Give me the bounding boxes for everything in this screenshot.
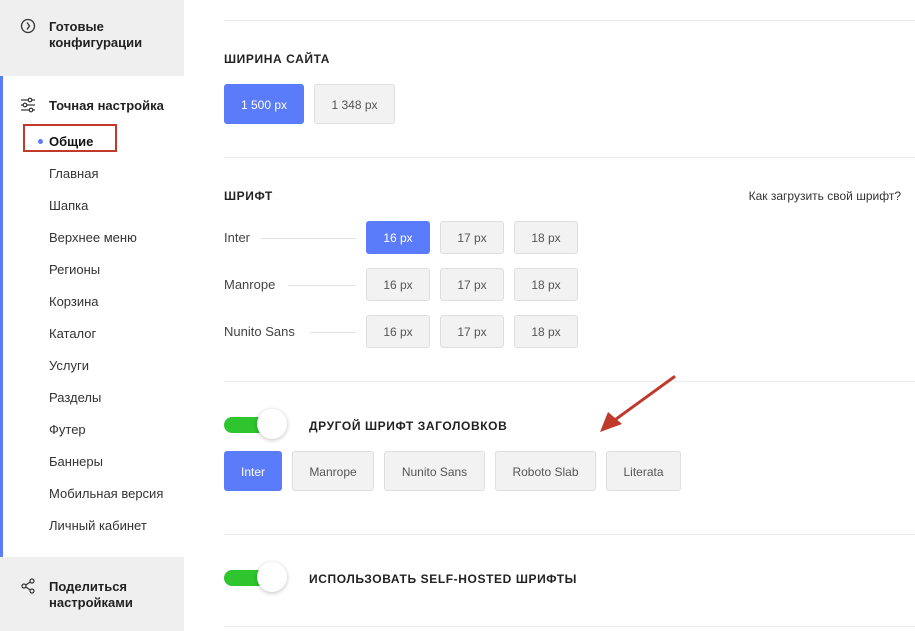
share-section[interactable]: Поделиться настройками: [0, 557, 184, 631]
font-name-manrope: Manrope: [224, 277, 276, 292]
toggle-knob: [257, 562, 287, 592]
sidebar-item-banners[interactable]: Баннеры: [49, 454, 103, 470]
sidebar-item-footer[interactable]: Футер: [49, 422, 86, 438]
fine-tune-label[interactable]: Точная настройка: [49, 98, 164, 114]
heading-font-literata[interactable]: Literata: [606, 451, 681, 491]
sidebar-item-account[interactable]: Личный кабинет: [49, 518, 147, 534]
heading-font-toggle[interactable]: [224, 409, 287, 439]
width-option-1500[interactable]: 1 500 px: [224, 84, 304, 124]
presets-section[interactable]: Готовые конфигурации: [0, 0, 184, 76]
active-item-dot: [38, 139, 43, 144]
sidebar-item-cart[interactable]: Корзина: [49, 294, 99, 310]
sidebar-item-regions[interactable]: Регионы: [49, 262, 100, 278]
heading-font-roboto-slab[interactable]: Roboto Slab: [495, 451, 596, 491]
sidebar-item-general[interactable]: Общие: [49, 134, 93, 150]
sidebar-item-services[interactable]: Услуги: [49, 358, 89, 374]
sidebar-item-top-menu[interactable]: Верхнее меню: [49, 230, 137, 246]
inter-size-16[interactable]: 16 px: [366, 221, 430, 254]
self-hosted-title: ИСПОЛЬЗОВАТЬ SELF-HOSTED ШРИФТЫ: [309, 572, 577, 586]
sidebar-item-catalog[interactable]: Каталог: [49, 326, 96, 342]
self-hosted-toggle[interactable]: [224, 562, 287, 592]
divider: [224, 534, 915, 535]
sliders-icon: [21, 97, 35, 113]
nunito-size-17[interactable]: 17 px: [440, 315, 504, 348]
sidebar-active-accent: [0, 76, 3, 557]
font-row-connector: [310, 332, 356, 333]
font-row-connector: [261, 238, 356, 239]
sidebar: Готовые конфигурации Точная настройка Об…: [0, 0, 184, 631]
nunito-size-16[interactable]: 16 px: [366, 315, 430, 348]
site-width-title: ШИРИНА САЙТА: [224, 52, 331, 66]
font-name-nunito-sans: Nunito Sans: [224, 324, 295, 339]
manrope-size-18[interactable]: 18 px: [514, 268, 578, 301]
inter-size-17[interactable]: 17 px: [440, 221, 504, 254]
sidebar-item-main[interactable]: Главная: [49, 166, 98, 182]
divider: [224, 20, 915, 21]
width-option-1348[interactable]: 1 348 px: [314, 84, 395, 124]
manrope-size-17[interactable]: 17 px: [440, 268, 504, 301]
toggle-knob: [257, 409, 287, 439]
heading-font-title: ДРУГОЙ ШРИФТ ЗАГОЛОВКОВ: [309, 419, 508, 433]
heading-font-inter[interactable]: Inter: [224, 451, 282, 491]
divider: [224, 381, 915, 382]
nunito-size-18[interactable]: 18 px: [514, 315, 578, 348]
sidebar-item-sections[interactable]: Разделы: [49, 390, 101, 406]
red-arrow-annotation: [600, 375, 676, 432]
font-row-connector: [288, 285, 356, 286]
font-name-inter: Inter: [224, 230, 251, 245]
share-icon: [21, 578, 35, 594]
sidebar-item-header[interactable]: Шапка: [49, 198, 88, 214]
heading-font-manrope[interactable]: Manrope: [292, 451, 374, 491]
manrope-size-16[interactable]: 16 px: [366, 268, 430, 301]
sidebar-item-mobile[interactable]: Мобильная версия: [49, 486, 163, 502]
presets-icon: [20, 18, 36, 34]
divider: [224, 157, 915, 158]
heading-font-nunito-sans[interactable]: Nunito Sans: [384, 451, 485, 491]
custom-font-help-link[interactable]: Как загрузить свой шрифт?: [749, 189, 901, 203]
settings-panel: ШИРИНА САЙТА 1 500 px 1 348 px ШРИФТ Как…: [184, 0, 915, 631]
font-title: ШРИФТ: [224, 189, 273, 203]
share-label: Поделиться настройками: [49, 579, 133, 610]
inter-size-18[interactable]: 18 px: [514, 221, 578, 254]
divider: [224, 626, 915, 627]
presets-label: Готовые конфигурации: [49, 19, 143, 50]
